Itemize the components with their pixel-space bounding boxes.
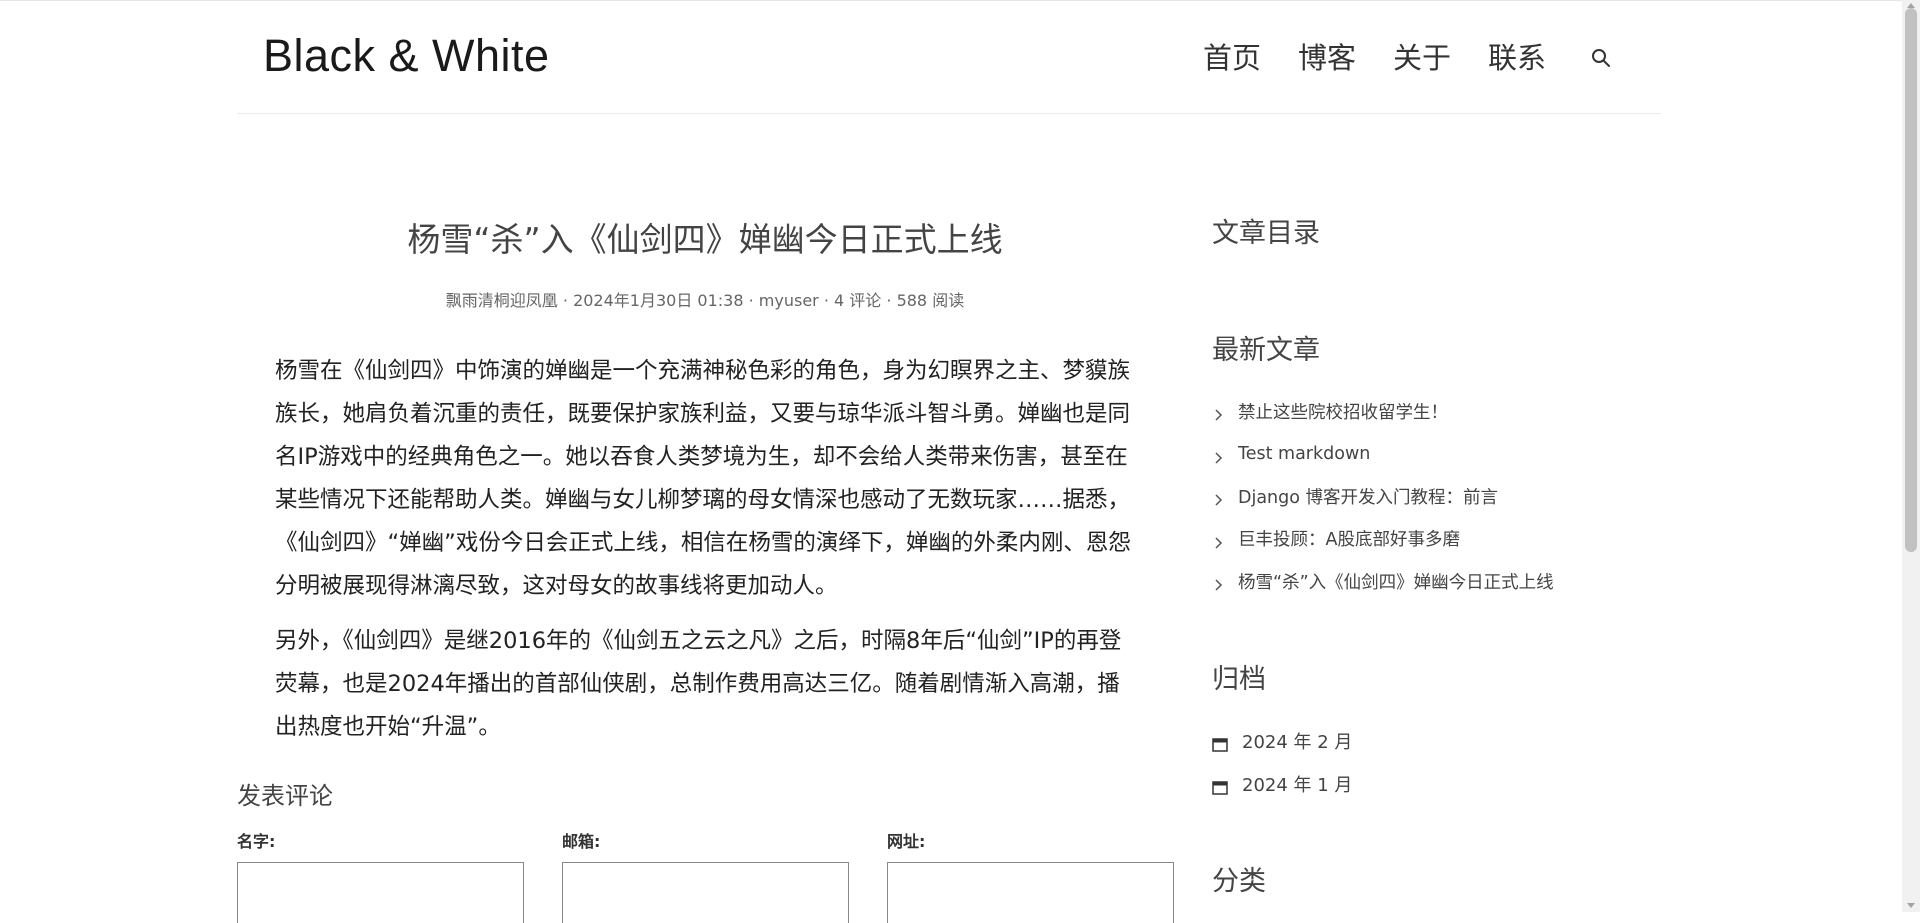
- meta-sep-2: ·: [748, 291, 759, 310]
- list-item[interactable]: 杨雪“杀”入《仙剑四》婵幽今日正式上线: [1212, 560, 1554, 603]
- name-field: 名字:: [237, 832, 524, 923]
- nav-about[interactable]: 关于: [1393, 36, 1451, 80]
- list-item[interactable]: 巨丰投顾：A股底部好事多磨: [1212, 518, 1554, 561]
- recent-post-link[interactable]: Test markdown: [1238, 444, 1370, 464]
- list-item[interactable]: Django 博客开发入门教程：前言: [1212, 475, 1554, 518]
- meta-date: 2024年1月30日 01:38: [573, 291, 744, 310]
- email-input[interactable]: [562, 862, 849, 923]
- category-title: 分类: [1212, 866, 1266, 897]
- url-input[interactable]: [887, 862, 1174, 923]
- chevron-right-icon: [1212, 407, 1226, 421]
- search-icon[interactable]: [1589, 46, 1613, 70]
- nav-contact[interactable]: 联系: [1488, 36, 1546, 80]
- chevron-right-icon: [1212, 577, 1226, 591]
- comment-form-title: 发表评论: [237, 782, 333, 810]
- toc-title: 文章目录: [1212, 218, 1320, 249]
- calendar-icon: [1212, 736, 1228, 752]
- post-paragraph: 杨雪在《仙剑四》中饰演的婵幽是一个充满神秘色彩的角色，身为幻瞑界之主、梦貘族族长…: [275, 358, 1131, 599]
- site-title[interactable]: Black & White: [263, 30, 550, 82]
- meta-sep-1: ·: [562, 291, 574, 310]
- name-label: 名字:: [237, 832, 276, 851]
- meta-author[interactable]: myuser: [759, 291, 819, 310]
- scrollbar-thumb[interactable]: [1905, 8, 1917, 552]
- post-content: 杨雪在《仙剑四》中饰演的婵幽是一个充满神秘色彩的角色，身为幻瞑界之主、梦貘族族长…: [275, 350, 1137, 761]
- recent-post-link[interactable]: 禁止这些院校招收留学生！: [1238, 399, 1448, 424]
- url-label: 网址:: [887, 832, 926, 851]
- archive-link[interactable]: 2024 年 1 月: [1242, 771, 1352, 797]
- recent-posts-list: 禁止这些院校招收留学生！ Test markdown Django 博客开发入门…: [1212, 390, 1554, 603]
- chevron-right-icon: [1212, 535, 1226, 549]
- chevron-right-icon: [1212, 450, 1226, 464]
- url-field: 网址:: [887, 832, 1174, 923]
- recent-post-link[interactable]: 杨雪“杀”入《仙剑四》婵幽今日正式上线: [1238, 569, 1554, 594]
- list-item[interactable]: 2024 年 1 月: [1212, 762, 1352, 805]
- post-paragraph: 另外，《仙剑四》是继2016年的《仙剑五之云之凡》之后，时隔8年后“仙剑”IP的…: [275, 628, 1122, 740]
- archive-list: 2024 年 2 月 2024 年 1 月: [1212, 719, 1352, 805]
- name-input[interactable]: [237, 862, 524, 923]
- email-field: 邮箱:: [562, 832, 849, 923]
- nav-home[interactable]: 首页: [1203, 36, 1261, 80]
- calendar-icon: [1212, 779, 1228, 795]
- post-title: 杨雪“杀”入《仙剑四》婵幽今日正式上线: [407, 220, 1003, 259]
- scroll-down-arrow[interactable]: [1907, 903, 1915, 908]
- meta-views: 588 阅读: [896, 291, 965, 310]
- meta-category[interactable]: 飘雨清桐迎凤凰: [446, 291, 558, 310]
- chevron-right-icon: [1212, 492, 1226, 506]
- meta-comments[interactable]: 4 评论: [834, 291, 881, 310]
- meta-sep-3: ·: [823, 291, 835, 310]
- recent-post-link[interactable]: 巨丰投顾：A股底部好事多磨: [1238, 526, 1460, 551]
- email-label: 邮箱:: [562, 832, 601, 851]
- recent-title: 最新文章: [1212, 335, 1320, 366]
- list-item[interactable]: 2024 年 2 月: [1212, 719, 1352, 762]
- archive-title: 归档: [1212, 664, 1266, 695]
- list-item[interactable]: Test markdown: [1212, 433, 1554, 476]
- nav-blog[interactable]: 博客: [1298, 36, 1356, 80]
- post-meta: 飘雨清桐迎凤凰 · 2024年1月30日 01:38 · myuser · 4 …: [237, 290, 1173, 312]
- site-header: Black & White 首页 博客 关于 联系: [237, 0, 1661, 114]
- recent-post-link[interactable]: Django 博客开发入门教程：前言: [1238, 484, 1498, 509]
- meta-sep-4: ·: [886, 291, 897, 310]
- archive-link[interactable]: 2024 年 2 月: [1242, 728, 1352, 754]
- main-nav: 首页 博客 关于 联系: [1203, 36, 1613, 80]
- list-item[interactable]: 禁止这些院校招收留学生！: [1212, 390, 1554, 433]
- scrollbar[interactable]: [1902, 0, 1920, 912]
